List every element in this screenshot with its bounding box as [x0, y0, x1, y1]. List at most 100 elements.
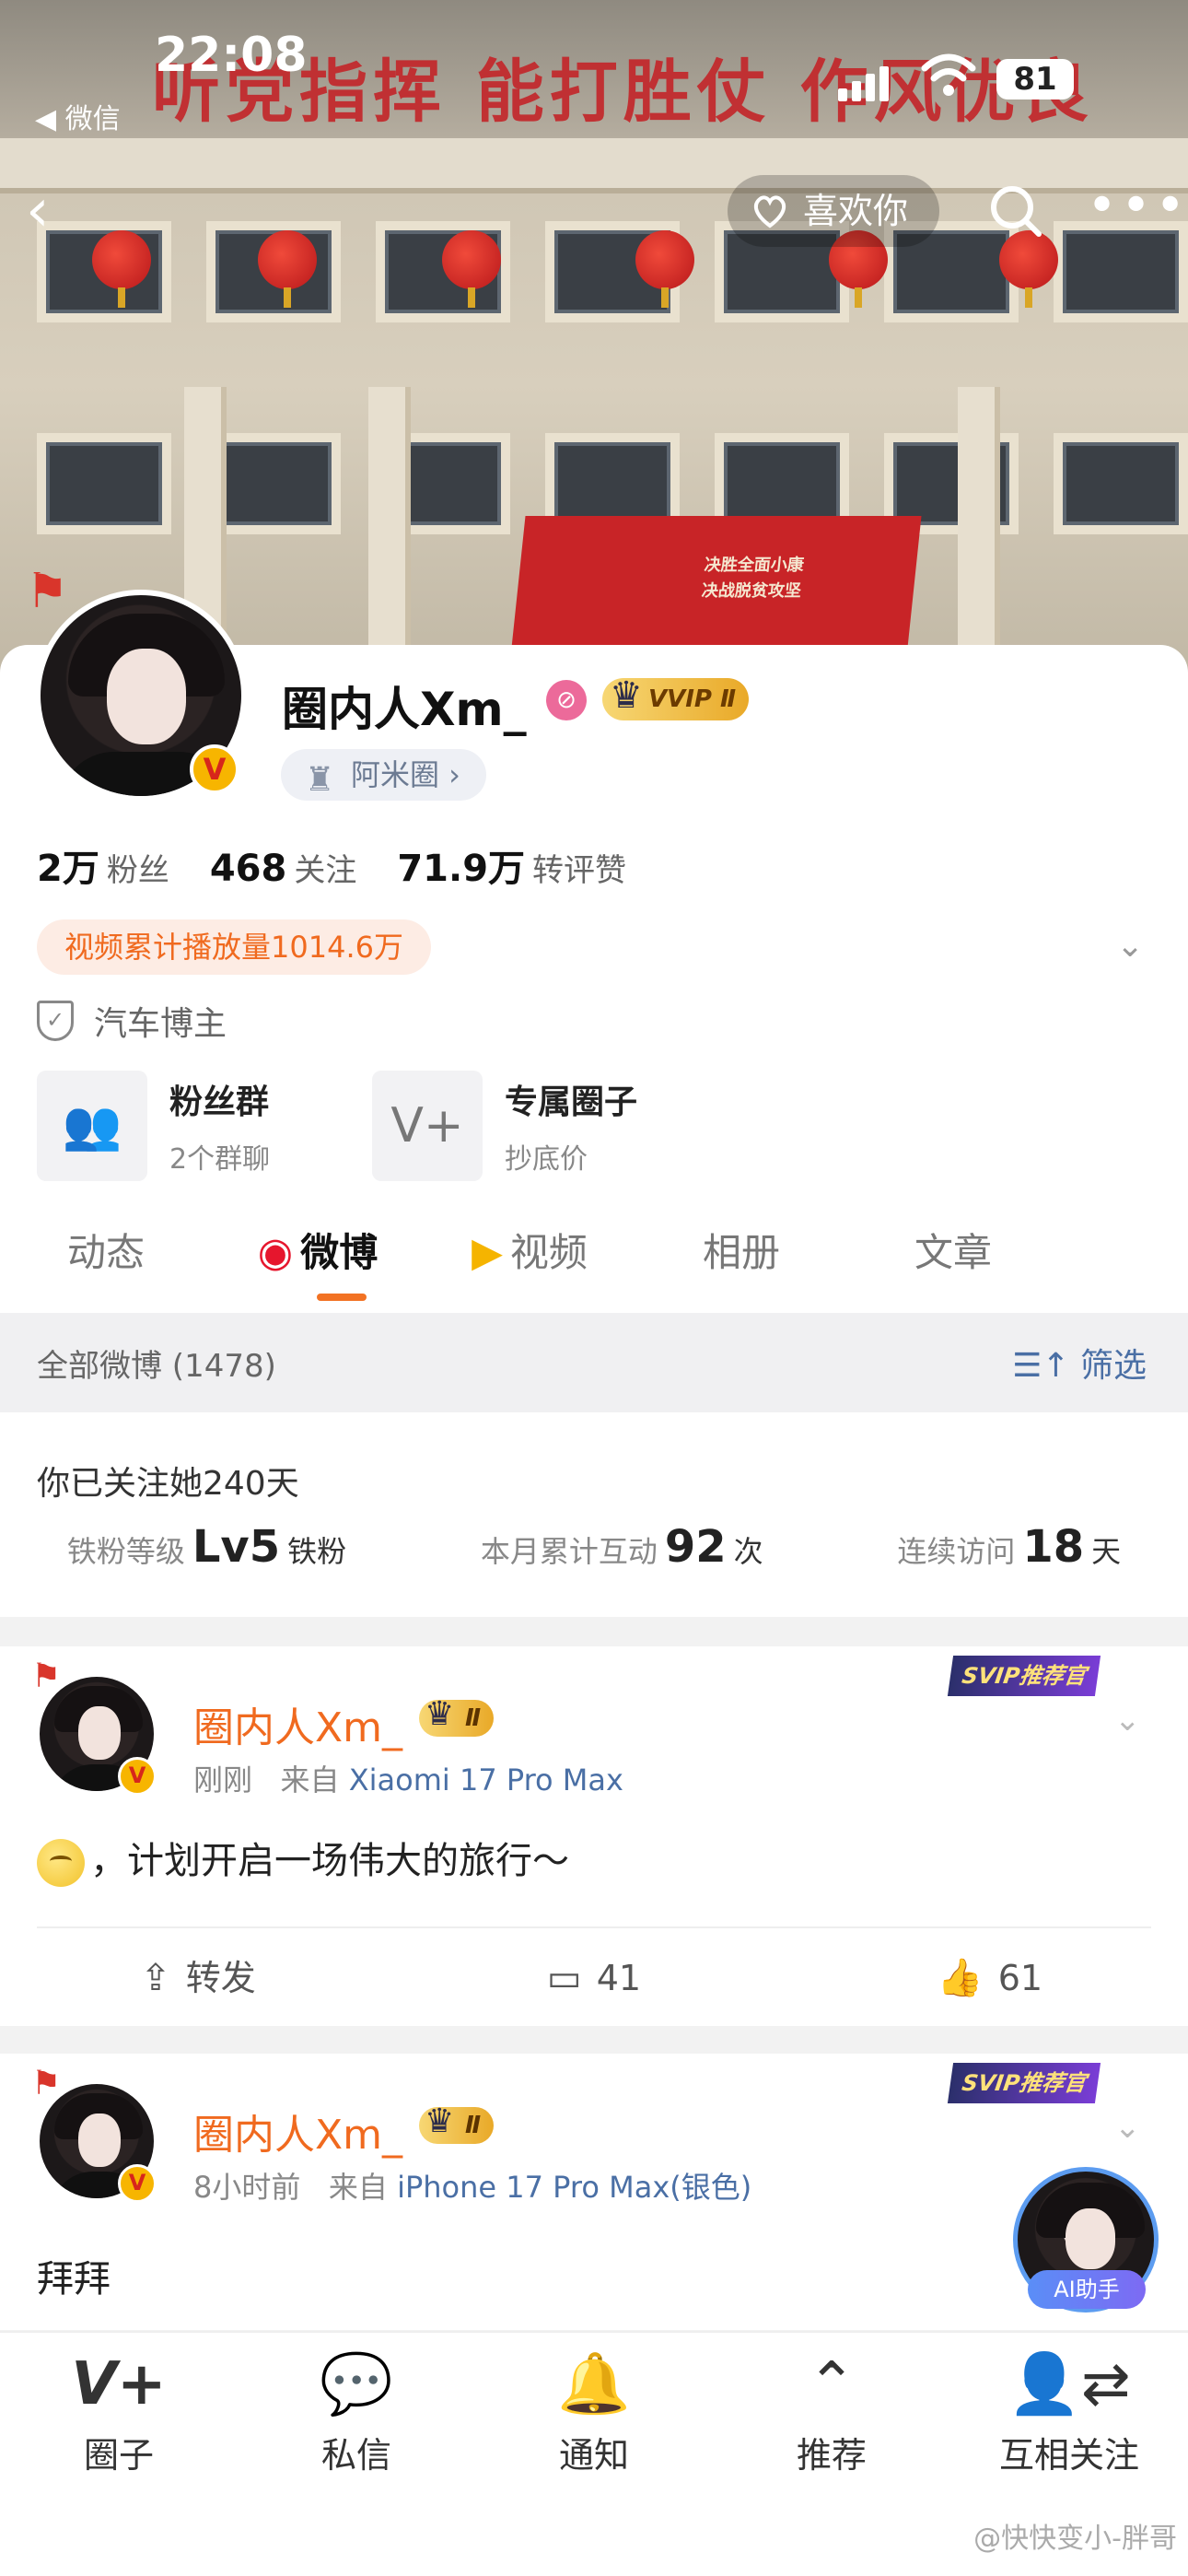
tab-weibo[interactable]: ◉ 微博 — [212, 1216, 424, 1308]
pink-search-badge-icon[interactable]: ⊘ — [546, 680, 587, 720]
post-text: 拜拜 — [37, 2258, 111, 2301]
chevron-down-icon[interactable]: ⌄ — [1114, 1702, 1141, 1739]
post-content[interactable]: 拜拜 — [37, 2249, 111, 2302]
divider — [37, 1926, 1151, 1928]
filter-button[interactable]: ☰↑ 筛选 — [1012, 1339, 1147, 1387]
share-icon: ⇪ — [140, 1957, 171, 1999]
post-avatar[interactable]: ⚑ V — [31, 1657, 157, 1796]
post-actions: ⇪ 转发 ▭ 41 👍 61 — [0, 1932, 1188, 2024]
post-avatar[interactable]: ⚑ V — [31, 2065, 157, 2203]
vip-badge[interactable]: Ⅱ — [419, 1696, 495, 1737]
like-button[interactable]: 👍 61 — [792, 1932, 1188, 2024]
svip-recommender-badge: SVIP推荐官 — [947, 2063, 1101, 2103]
profile-name: 圈内人Xm_ — [282, 683, 527, 736]
post-time: 刚刚 — [193, 1762, 253, 1797]
search-icon[interactable] — [984, 179, 1048, 243]
circle-plus-icon: V+ — [71, 2350, 167, 2418]
avatar-flag-icon: ⚑ — [31, 1657, 62, 1695]
bottom-tab-bar: V+ 圈子 💬 私信 🔔 通知 ⌃ 推荐 👤⇄ 互相关注 @快快变小-胖哥 — [0, 2331, 1188, 2576]
thinking-emoji-icon — [37, 1839, 85, 1887]
fans-group-card[interactable]: 👥 粉丝群 2个群聊 — [37, 1071, 332, 1181]
fans-group-subtitle: 2个群聊 — [169, 1143, 271, 1176]
stat-interactions[interactable]: 71.9万 转评赞 — [397, 838, 626, 892]
ami-circle-label: 阿米圈 › — [351, 757, 460, 792]
fans-group-icon: 👥 — [37, 1071, 147, 1181]
follow-days: 你已关注她240天 — [37, 1465, 299, 1503]
verified-badge-icon: V — [118, 1757, 157, 1796]
recommend-icon: ⌃ — [807, 2350, 856, 2418]
svip-recommender-badge: SVIP推荐官 — [947, 1656, 1101, 1696]
back-to-wechat[interactable]: ◀ 微信 — [35, 96, 121, 136]
video-plays-badge[interactable]: 视频累计播放量1014.6万 — [37, 919, 431, 975]
weibo-post[interactable]: ⚑ V 圈内人Xm_ Ⅱ SVIP推荐官 ⌄ 8小时前 来自 iPhone 17… — [0, 2054, 1188, 2330]
profile-tabs: 动态 ◉ 微博 ▶ 视频 相册 文章 — [0, 1216, 1188, 1308]
weibo-post[interactable]: ⚑ V 圈内人Xm_ Ⅱ SVIP推荐官 ⌄ 刚刚 来自 Xiaomi 17 P… — [0, 1646, 1188, 2026]
avatar-flag-icon: ⚑ — [26, 564, 69, 619]
battery-indicator: 81 — [996, 59, 1074, 100]
exclusive-circle-card[interactable]: V+ 专属圈子 抄底价 — [372, 1071, 667, 1181]
monthly-interactions: 本月累计互动 92 次 — [480, 1521, 763, 1573]
post-source[interactable]: Xiaomi 17 Pro Max — [349, 1762, 623, 1797]
blogger-tag: ✓ 汽车博主 — [37, 997, 227, 1045]
chevron-down-icon[interactable]: ⌄ — [1114, 2109, 1141, 2146]
ami-icon: ♜ — [305, 761, 335, 799]
like-you-button[interactable]: 喜欢你 — [728, 175, 939, 247]
vvip-badge[interactable]: VVIP Ⅱ — [602, 674, 750, 720]
filter-icon: ☰↑ — [1012, 1347, 1080, 1385]
like-you-label: 喜欢你 — [803, 191, 909, 231]
profile-cards: 👥 粉丝群 2个群聊 V+ 专属圈子 抄底价 — [37, 1071, 667, 1181]
chevron-down-icon[interactable]: ⌄ — [1116, 927, 1157, 967]
stat-fans[interactable]: 2万 粉丝 — [37, 838, 169, 892]
more-icon[interactable]: ••• — [1087, 179, 1185, 243]
post-author[interactable]: 圈内人Xm_ — [193, 1694, 402, 1753]
signal-icon — [838, 64, 890, 101]
bottom-tab-messages[interactable]: 💬 私信 — [238, 2342, 475, 2477]
bottom-tab-mutual-follow[interactable]: 👤⇄ 互相关注 — [950, 2342, 1188, 2477]
post-source[interactable]: iPhone 17 Pro Max(银色) — [397, 2170, 751, 2205]
verified-badge-icon: V — [190, 744, 239, 794]
ai-assistant-label: AI助手 — [1028, 2270, 1146, 2309]
avatar-flag-icon: ⚑ — [31, 2065, 62, 2102]
tab-album[interactable]: 相册 — [635, 1216, 847, 1308]
fan-info-panel[interactable]: 你已关注她240天 铁粉等级 Lv5 铁粉 本月累计互动 92 次 连续访问 18 天 — [0, 1412, 1188, 1617]
back-chevron-icon[interactable]: ‹ — [26, 179, 81, 243]
profile-card: ⚑ V 圈内人Xm_ ⊘ VVIP Ⅱ ♜ 阿米圈 › 2万粉丝 468关注 7… — [0, 564, 1188, 1313]
exclusive-circle-title: 专属圈子 — [505, 1083, 638, 1121]
weibo-filter-bar: 全部微博 (1478) ☰↑ 筛选 — [0, 1313, 1188, 1412]
post-time: 8小时前 — [193, 2170, 301, 2205]
status-time: 22:08 — [155, 28, 308, 83]
comment-button[interactable]: ▭ 41 — [396, 1932, 792, 2024]
post-source-prefix: 来自 — [280, 1762, 340, 1797]
message-icon: 💬 — [320, 2350, 393, 2418]
tab-dynamics[interactable]: 动态 — [0, 1216, 212, 1308]
ai-assistant-button[interactable]: AI助手 — [1013, 2167, 1159, 2313]
fan-info-row: 铁粉等级 Lv5 铁粉 本月累计互动 92 次 连续访问 18 天 — [0, 1521, 1188, 1573]
post-content[interactable]: ，计划开启一场伟大的旅行～ — [37, 1831, 569, 1887]
thumbs-up-icon: 👍 — [937, 1957, 984, 1999]
post-meta: 8小时前 来自 iPhone 17 Pro Max(银色) — [193, 2164, 751, 2207]
all-weibo-count[interactable]: 全部微博 (1478) — [37, 1341, 276, 1386]
heart-hand-icon — [753, 195, 786, 228]
verified-badge-icon: V — [118, 2164, 157, 2203]
tab-articles[interactable]: 文章 — [847, 1216, 1059, 1308]
bottom-tab-circle[interactable]: V+ 圈子 — [0, 2342, 238, 2477]
circle-icon: V+ — [372, 1071, 483, 1181]
fan-level: 铁粉等级 Lv5 铁粉 — [66, 1521, 347, 1573]
shield-icon: ✓ — [37, 1001, 74, 1041]
watermark: @快快变小-胖哥 — [973, 2523, 1177, 2555]
tab-video[interactable]: ▶ 视频 — [424, 1216, 635, 1308]
bottom-tab-recommend[interactable]: ⌃ 推荐 — [713, 2342, 950, 2477]
wifi-icon — [921, 52, 980, 103]
vip-badge[interactable]: Ⅱ — [419, 2103, 495, 2144]
fans-group-title: 粉丝群 — [169, 1083, 270, 1121]
weibo-icon: ◉ — [257, 1229, 294, 1276]
profile-nav-bar: ‹ 喜欢你 ••• — [0, 166, 1188, 258]
profile-stats: 2万 粉丝 468 关注 71.9万 转评赞 — [37, 838, 626, 892]
ami-circle-chip[interactable]: ♜ 阿米圈 › — [281, 749, 486, 801]
repost-button[interactable]: ⇪ 转发 — [0, 1932, 396, 2024]
bottom-tab-notifications[interactable]: 🔔 通知 — [475, 2342, 713, 2477]
stat-following[interactable]: 468 关注 — [210, 845, 357, 890]
profile-avatar[interactable]: ⚑ V — [26, 564, 247, 802]
status-bar: 22:08 ◀ 微信 81 — [0, 0, 1188, 138]
post-author[interactable]: 圈内人Xm_ — [193, 2102, 402, 2160]
